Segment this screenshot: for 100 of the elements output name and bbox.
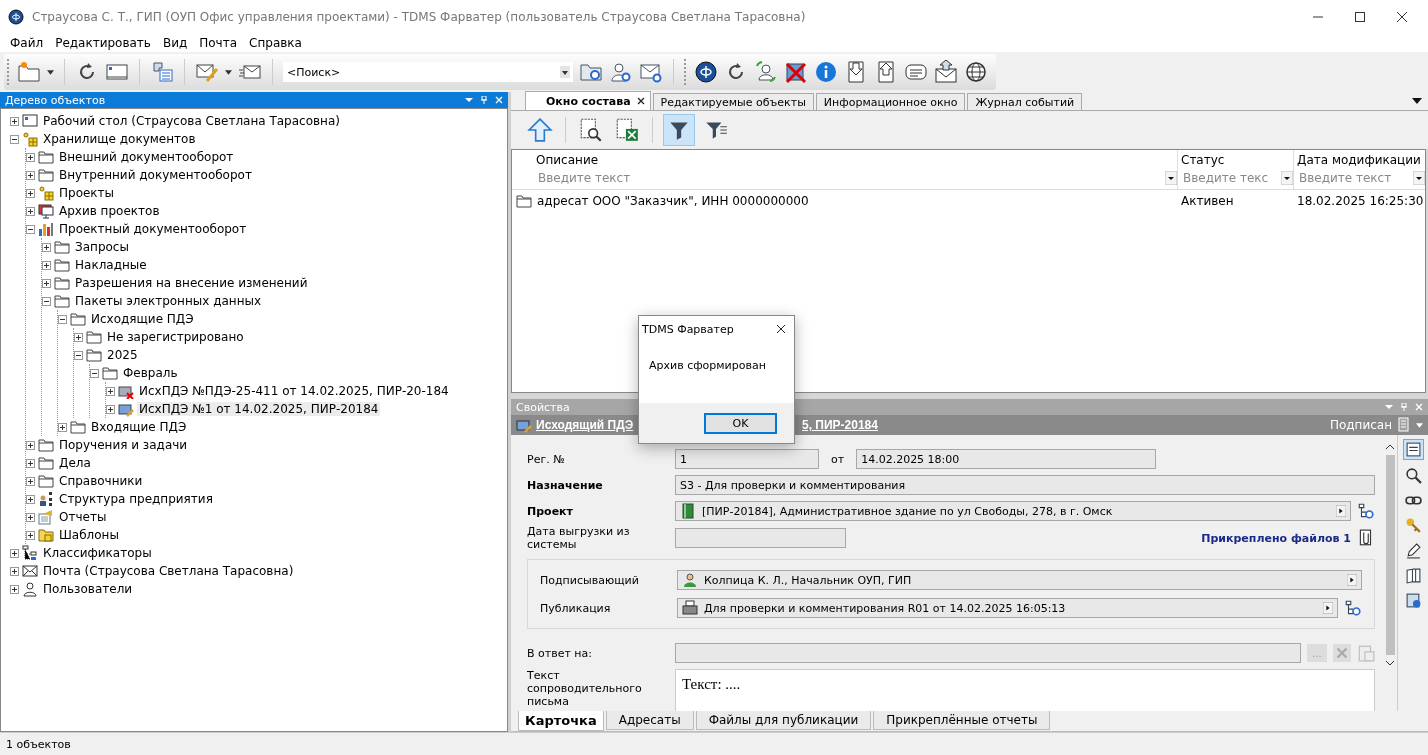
expand-icon[interactable] [26, 494, 35, 504]
filter-field[interactable]: Введите текст [1297, 171, 1413, 185]
column-header[interactable]: Дата модификации [1297, 153, 1425, 169]
arrow-right-icon[interactable] [1336, 505, 1346, 517]
new-folder-icon[interactable] [17, 60, 41, 84]
filter-field[interactable]: Введите текст [536, 171, 1165, 185]
expand-icon[interactable] [26, 206, 35, 216]
tab[interactable]: Журнал событий [967, 93, 1083, 110]
scroll-up-icon[interactable] [1385, 444, 1395, 450]
reference-field[interactable]: Колпица К. Л., Начальник ОУП, ГИП [677, 570, 1362, 591]
logo-icon[interactable] [694, 60, 718, 84]
expand-icon[interactable] [10, 548, 19, 558]
arrow-right-icon[interactable] [1347, 574, 1357, 587]
tree-item[interactable]: Почта (Страусова Светлана Тарасовна) [41, 564, 296, 578]
menu-item[interactable]: Редактировать [49, 36, 157, 50]
tree-item[interactable]: Шаблоны [57, 528, 121, 542]
dropdown-arrow-icon[interactable] [1413, 171, 1425, 185]
expand-icon[interactable] [10, 566, 19, 576]
expand-icon[interactable] [74, 332, 83, 342]
expand-icon[interactable] [42, 242, 51, 252]
tree-item[interactable]: Справочники [57, 474, 145, 488]
letter-text-area[interactable]: Текст: .... [675, 669, 1375, 711]
close-icon[interactable] [636, 97, 645, 105]
pin-icon[interactable] [480, 96, 488, 104]
search-field[interactable]: <Поиск> [283, 65, 560, 79]
text-field[interactable]: S3 - Для проверки и комментирования [675, 475, 1375, 495]
tree-item[interactable]: Накладные [73, 258, 149, 272]
puzzle-list-icon[interactable] [150, 60, 174, 84]
arrow-right-icon[interactable] [1323, 602, 1333, 615]
tree-item[interactable]: Исходящие ПДЭ [89, 312, 196, 326]
date-field[interactable]: 14.02.2025 18:00 [856, 449, 1157, 469]
expand-icon[interactable] [26, 512, 35, 522]
close-icon[interactable] [1396, 11, 1408, 23]
tree-item[interactable]: Пользователи [41, 582, 135, 596]
expand-icon[interactable] [10, 116, 19, 126]
globe-icon[interactable] [964, 60, 988, 84]
tree-item[interactable]: Пакеты электронных данных [73, 294, 264, 308]
tab[interactable]: Прикреплённые отчеты [873, 711, 1051, 730]
tree-item[interactable]: ИсхПДЭ №ПДЭ-25-411 от 14.02.2025, ПИР-20-184 [137, 384, 451, 398]
tree-item[interactable]: Запросы [73, 240, 131, 254]
dropdown-arrow-icon[interactable] [225, 69, 232, 75]
tree-item[interactable]: Входящие ПДЭ [89, 420, 189, 434]
column-header[interactable]: Статус [1181, 153, 1293, 169]
expand-icon[interactable] [26, 440, 35, 450]
tree-item[interactable]: Хранилище документов [41, 132, 198, 146]
dropdown-arrow-icon[interactable] [1412, 98, 1422, 104]
tab[interactable]: Окно состава [525, 91, 651, 110]
tab[interactable]: Адресаты [605, 711, 694, 730]
tree-item[interactable]: Дела [57, 456, 93, 470]
scroll-thumb[interactable] [1385, 455, 1395, 655]
tree-item[interactable]: 2025 [105, 348, 140, 362]
scroll-down-icon[interactable] [1385, 660, 1395, 666]
tab[interactable]: Карточка [518, 711, 604, 731]
filter-icon[interactable] [663, 114, 695, 146]
users-sync-icon[interactable] [754, 60, 778, 84]
collapse-icon[interactable] [42, 296, 51, 306]
folder-gear-icon[interactable] [1403, 591, 1423, 610]
tree-item[interactable]: Февраль [121, 366, 180, 380]
search-box[interactable]: <Поиск> [283, 62, 573, 82]
tab[interactable]: Редактируемые объекты [652, 93, 814, 110]
collapse-icon[interactable] [26, 224, 35, 234]
tree-item[interactable]: Не зарегистрировано [105, 330, 246, 344]
tree-item[interactable]: Внутренний документооборот [57, 168, 254, 182]
expand-icon[interactable] [10, 584, 19, 594]
reg-number-field[interactable]: 1 [675, 449, 819, 469]
tree-item[interactable]: Структура предприятия [57, 492, 215, 506]
mail-upload-icon[interactable] [934, 60, 958, 84]
reply-field[interactable] [675, 643, 1301, 664]
collapse-icon[interactable] [90, 368, 99, 378]
maximize-icon[interactable] [1354, 11, 1366, 23]
expand-icon[interactable] [42, 278, 51, 288]
dropdown-arrow-icon[interactable] [47, 69, 54, 75]
tree-item[interactable]: Проекты [57, 186, 117, 200]
expand-icon[interactable] [58, 422, 67, 432]
tab[interactable]: Информационное окно [815, 93, 966, 110]
expand-icon[interactable] [26, 188, 35, 198]
expand-icon[interactable] [26, 530, 35, 540]
dropdown-arrow-icon[interactable] [1165, 171, 1177, 185]
tree-search-icon[interactable] [1357, 502, 1375, 520]
tree-search-icon[interactable] [1344, 599, 1362, 618]
tree-item[interactable]: Разрешения на внесение изменений [73, 276, 310, 290]
expand-icon[interactable] [106, 386, 115, 396]
expand-icon[interactable] [26, 476, 35, 486]
reference-field[interactable]: Для проверки и комментирования R01 от 14.02.2025 16:05:13 [677, 598, 1338, 619]
expand-icon[interactable] [106, 404, 115, 414]
tree-item[interactable]: Архив проектов [57, 204, 162, 218]
tree-item[interactable]: Проектный документооборот [57, 222, 249, 236]
expand-icon[interactable] [26, 170, 35, 180]
expand-icon[interactable] [26, 152, 35, 162]
column-header[interactable]: Описание [536, 153, 1177, 169]
info-icon[interactable] [814, 60, 838, 84]
card-view-icon[interactable] [1402, 439, 1424, 460]
reference-field[interactable]: [ПИР-20184], Административное здание по ул Свободы, 278, в г. Омск [675, 501, 1351, 521]
date-field[interactable] [675, 528, 846, 549]
books-icon[interactable] [1403, 566, 1423, 585]
tree-item[interactable]: Классификаторы [41, 546, 154, 560]
user-search-icon[interactable] [609, 60, 633, 84]
tab[interactable]: Файлы для публикации [695, 711, 872, 730]
collapse-icon[interactable] [10, 134, 19, 144]
menu-item[interactable]: Вид [156, 36, 194, 50]
